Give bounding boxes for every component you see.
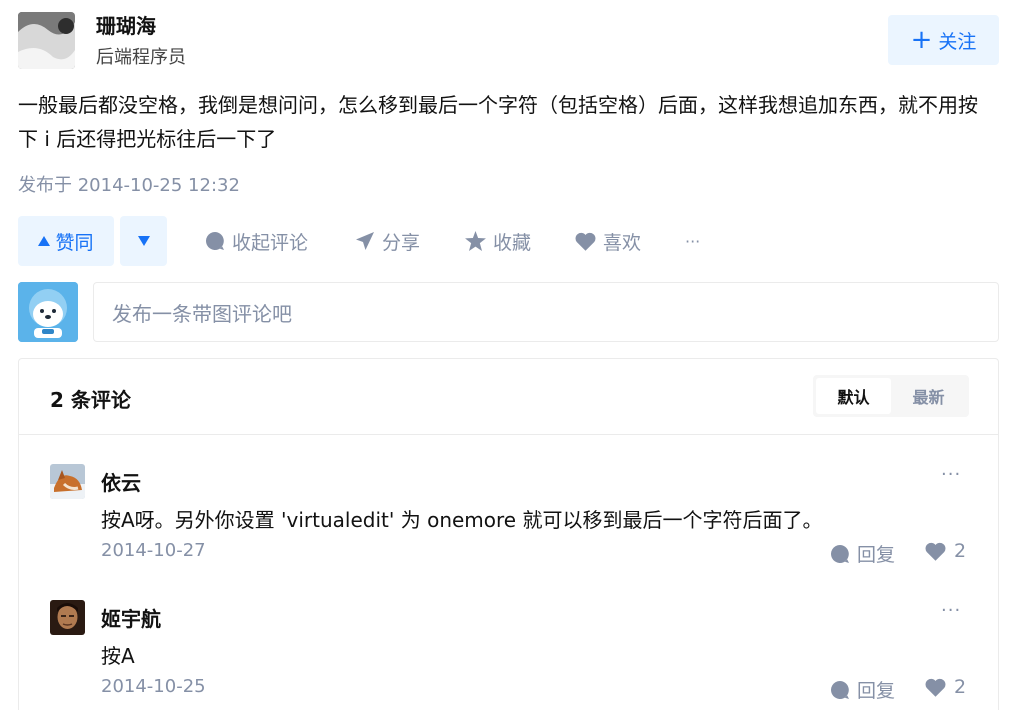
favorite-label: 收藏 <box>493 231 532 254</box>
commenter-avatar[interactable] <box>50 464 85 499</box>
author-avatar[interactable] <box>18 12 75 69</box>
heart-icon <box>575 232 596 251</box>
follow-label: 关注 <box>938 30 977 53</box>
share-arrow-icon <box>356 232 374 250</box>
follow-button[interactable]: + 关注 <box>888 15 999 65</box>
upvote-button[interactable]: 赞同 <box>18 216 114 266</box>
comment-date: 2014-10-27 <box>101 540 206 561</box>
like-label: 喜欢 <box>603 231 642 254</box>
share-button[interactable]: 分享 <box>355 216 420 266</box>
plus-icon: + <box>910 25 933 55</box>
comment-input[interactable]: 发布一条带图评论吧 <box>93 282 999 342</box>
comment-bubble-icon <box>831 680 849 699</box>
upvote-label: 赞同 <box>55 231 94 254</box>
sort-latest-tab[interactable]: 最新 <box>891 378 966 414</box>
author-headline: 后端程序员 <box>96 47 186 68</box>
favorite-button[interactable]: 收藏 <box>465 216 531 266</box>
reply-label: 回复 <box>857 544 896 566</box>
comment-input-placeholder: 发布一条带图评论吧 <box>112 301 292 326</box>
answer-publish-time[interactable]: 发布于 2014-10-25 12:32 <box>18 171 240 197</box>
commenter-name[interactable]: 姬宇航 <box>101 603 161 632</box>
panel-divider <box>19 434 998 435</box>
downvote-button[interactable] <box>120 216 167 266</box>
comment-more-button[interactable]: ··· <box>941 464 961 485</box>
comment-bubble-icon <box>206 232 224 250</box>
comments-count: 2 条评论 <box>50 388 131 412</box>
collapse-comments-label: 收起评论 <box>232 231 309 254</box>
current-user-avatar <box>18 282 78 342</box>
comment-sort-toggle: 默认 最新 <box>813 375 969 417</box>
sort-default-tab[interactable]: 默认 <box>816 378 891 414</box>
comment-text: 按A呀。另外你设置 'virtualedit' 为 onemore 就可以移到最… <box>101 508 823 532</box>
commenter-name[interactable]: 依云 <box>101 467 141 496</box>
collapse-comments-button[interactable]: 收起评论 <box>205 216 308 266</box>
comment-text: 按A <box>101 644 135 668</box>
share-label: 分享 <box>382 231 421 254</box>
comment-item: 姬宇航 ··· 按A 2014-10-25 回复 2 <box>19 600 998 710</box>
comments-panel: 2 条评论 默认 最新 依云 ··· 按A呀。另外你设置 'virtualedi… <box>18 358 999 710</box>
reply-label: 回复 <box>857 680 896 702</box>
heart-icon <box>925 542 946 561</box>
comment-date: 2014-10-25 <box>101 676 206 697</box>
triangle-down-icon <box>137 236 150 246</box>
comment-more-button[interactable]: ··· <box>941 600 961 621</box>
comment-like-button[interactable]: 2 <box>925 676 966 698</box>
triangle-up-icon <box>38 236 51 246</box>
more-dots-icon: ··· <box>685 231 701 251</box>
answer-content: 一般最后都没空格，我倒是想问问，怎么移到最后一个字符（包括空格）后面，这样我想追… <box>18 93 978 151</box>
like-button[interactable]: 喜欢 <box>575 216 641 266</box>
heart-icon <box>925 678 946 697</box>
comment-reply-button[interactable]: 回复 <box>830 676 895 703</box>
like-count: 2 <box>954 540 967 562</box>
comment-reply-button[interactable]: 回复 <box>830 540 895 567</box>
commenter-avatar[interactable] <box>50 600 85 635</box>
comment-bubble-icon <box>831 544 849 563</box>
comment-like-button[interactable]: 2 <box>925 540 966 562</box>
more-actions-button[interactable]: ··· <box>685 216 700 266</box>
star-icon <box>465 231 486 251</box>
like-count: 2 <box>954 676 967 698</box>
comment-item: 依云 ··· 按A呀。另外你设置 'virtualedit' 为 onemore… <box>19 464 998 594</box>
author-name[interactable]: 珊瑚海 <box>96 10 156 39</box>
